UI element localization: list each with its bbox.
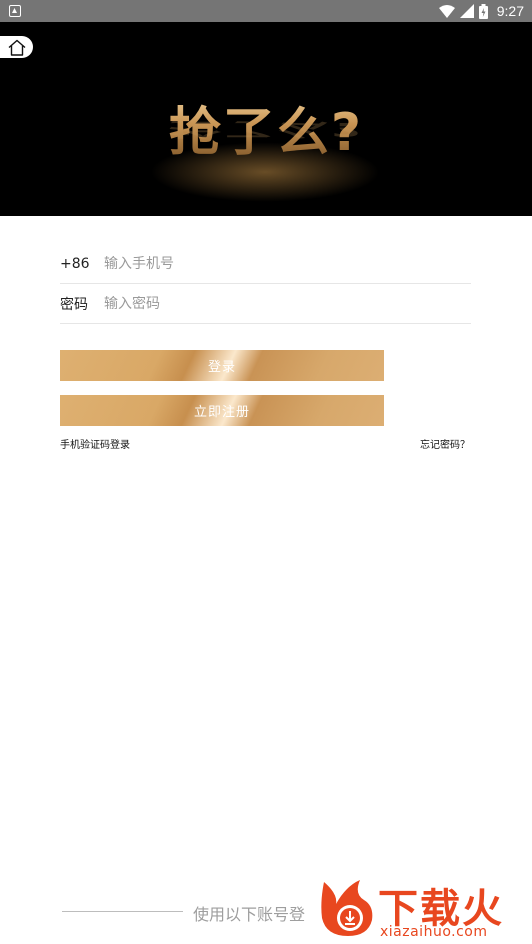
status-icons: 9:27 [438, 0, 524, 22]
password-row: 密码 [60, 284, 471, 324]
register-button[interactable]: 立即注册 [60, 395, 384, 426]
flame-logo-icon [321, 880, 373, 936]
login-button[interactable]: 登录 [60, 350, 384, 381]
notification-icon [9, 5, 21, 17]
status-time: 9:27 [496, 3, 524, 19]
battery-icon [478, 3, 488, 19]
watermark-url: xiazaihuo.com [380, 924, 488, 940]
sms-login-link[interactable]: 手机验证码登录 [60, 436, 130, 451]
divider-line [62, 911, 183, 912]
home-icon [8, 39, 25, 56]
phone-input[interactable] [104, 255, 471, 272]
password-input[interactable] [104, 295, 471, 312]
password-label: 密码 [60, 296, 88, 313]
watermark: 下载火 xiazaihuo.com [312, 872, 530, 944]
forgot-password-link[interactable]: 忘记密码？ [420, 436, 470, 451]
wifi-icon [438, 4, 455, 18]
status-bar: 9:27 [0, 0, 532, 22]
phone-row: +86 [60, 244, 471, 284]
third-party-login-label: 使用以下账号登 [193, 905, 306, 924]
app-logo-reflection: 抢了么? [168, 118, 364, 140]
home-button[interactable] [0, 36, 33, 58]
country-code[interactable]: +86 [60, 256, 104, 272]
signal-icon [459, 4, 474, 18]
banner: 抢了么? 抢了么? [0, 22, 532, 216]
